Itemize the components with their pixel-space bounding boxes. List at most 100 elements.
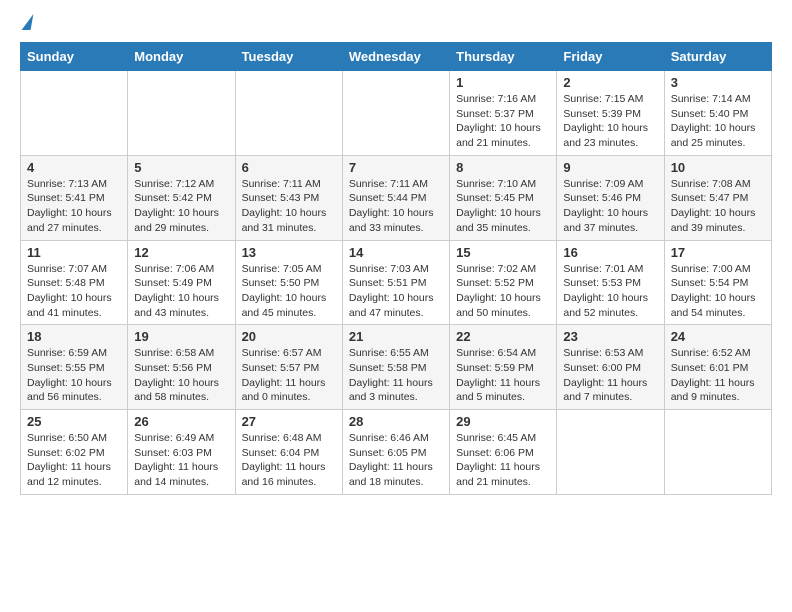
day-number: 20 [242,329,336,344]
day-number: 13 [242,245,336,260]
day-number: 2 [563,75,657,90]
cell-details: Sunrise: 7:08 AM Sunset: 5:47 PM Dayligh… [671,177,765,236]
calendar-cell: 12 Sunrise: 7:06 AM Sunset: 5:49 PM Dayli… [128,240,235,325]
day-number: 12 [134,245,228,260]
day-of-week-header: Friday [557,43,664,71]
day-number: 5 [134,160,228,175]
day-number: 16 [563,245,657,260]
calendar-cell: 25Sunrise: 6:50 AM Sunset: 6:02 PM Dayli… [21,410,128,495]
day-of-week-header: Sunday [21,43,128,71]
page-header [20,16,772,30]
day-number: 11 [27,245,121,260]
cell-details: Sunrise: 6:45 AM Sunset: 6:06 PM Dayligh… [456,431,550,490]
calendar-cell: 11 Sunrise: 7:07 AM Sunset: 5:48 PM Dayli… [21,240,128,325]
calendar-header-row: SundayMondayTuesdayWednesdayThursdayFrid… [21,43,772,71]
calendar-table: SundayMondayTuesdayWednesdayThursdayFrid… [20,42,772,495]
calendar-cell [21,71,128,156]
calendar-cell: 16 Sunrise: 7:01 AM Sunset: 5:53 PM Dayli… [557,240,664,325]
cell-details: Sunrise: 7:05 AM Sunset: 5:50 PM Dayligh… [242,262,336,321]
cell-details: Sunrise: 7:12 AM Sunset: 5:42 PM Dayligh… [134,177,228,236]
day-number: 24 [671,329,765,344]
cell-details: Sunrise: 6:48 AM Sunset: 6:04 PM Dayligh… [242,431,336,490]
calendar-cell: 26 Sunrise: 6:49 AM Sunset: 6:03 PM Dayli… [128,410,235,495]
cell-details: Sunrise: 6:55 AM Sunset: 5:58 PM Dayligh… [349,346,443,405]
day-number: 3 [671,75,765,90]
cell-details: Sunrise: 7:15 AM Sunset: 5:39 PM Dayligh… [563,92,657,151]
day-number: 18 [27,329,121,344]
calendar-cell: 15 Sunrise: 7:02 AM Sunset: 5:52 PM Dayli… [450,240,557,325]
calendar-cell: 29 Sunrise: 6:45 AM Sunset: 6:06 PM Dayli… [450,410,557,495]
day-number: 26 [134,414,228,429]
day-number: 25 [27,414,121,429]
cell-details: Sunrise: 7:16 AM Sunset: 5:37 PM Dayligh… [456,92,550,151]
calendar-cell: 1 Sunrise: 7:16 AM Sunset: 5:37 PM Daylig… [450,71,557,156]
cell-details: Sunrise: 7:06 AM Sunset: 5:49 PM Dayligh… [134,262,228,321]
day-number: 7 [349,160,443,175]
day-of-week-header: Wednesday [342,43,449,71]
calendar-cell: 24 Sunrise: 6:52 AM Sunset: 6:01 PM Dayli… [664,325,771,410]
cell-details: Sunrise: 7:14 AM Sunset: 5:40 PM Dayligh… [671,92,765,151]
calendar-week-row: 4 Sunrise: 7:13 AM Sunset: 5:41 PM Daylig… [21,155,772,240]
day-number: 8 [456,160,550,175]
calendar-week-row: 11 Sunrise: 7:07 AM Sunset: 5:48 PM Dayli… [21,240,772,325]
calendar-cell: 7Sunrise: 7:11 AM Sunset: 5:44 PM Daylig… [342,155,449,240]
day-number: 9 [563,160,657,175]
logo-triangle-icon [22,14,34,30]
calendar-cell [664,410,771,495]
calendar-cell: 19 Sunrise: 6:58 AM Sunset: 5:56 PM Dayli… [128,325,235,410]
calendar-cell: 23 Sunrise: 6:53 AM Sunset: 6:00 PM Dayli… [557,325,664,410]
day-number: 23 [563,329,657,344]
cell-details: Sunrise: 6:46 AM Sunset: 6:05 PM Dayligh… [349,431,443,490]
cell-details: Sunrise: 6:54 AM Sunset: 5:59 PM Dayligh… [456,346,550,405]
calendar-cell: 9 Sunrise: 7:09 AM Sunset: 5:46 PM Daylig… [557,155,664,240]
day-number: 29 [456,414,550,429]
cell-details: Sunrise: 7:07 AM Sunset: 5:48 PM Dayligh… [27,262,121,321]
calendar-cell: 18 Sunrise: 6:59 AM Sunset: 5:55 PM Dayli… [21,325,128,410]
cell-details: Sunrise: 6:49 AM Sunset: 6:03 PM Dayligh… [134,431,228,490]
day-number: 28 [349,414,443,429]
day-of-week-header: Monday [128,43,235,71]
cell-details: Sunrise: 7:03 AM Sunset: 5:51 PM Dayligh… [349,262,443,321]
calendar-cell: 21 Sunrise: 6:55 AM Sunset: 5:58 PM Dayli… [342,325,449,410]
day-of-week-header: Saturday [664,43,771,71]
calendar-cell: 17Sunrise: 7:00 AM Sunset: 5:54 PM Dayli… [664,240,771,325]
day-number: 15 [456,245,550,260]
cell-details: Sunrise: 6:52 AM Sunset: 6:01 PM Dayligh… [671,346,765,405]
calendar-cell [128,71,235,156]
calendar-cell: 14Sunrise: 7:03 AM Sunset: 5:51 PM Dayli… [342,240,449,325]
calendar-cell: 4 Sunrise: 7:13 AM Sunset: 5:41 PM Daylig… [21,155,128,240]
calendar-cell: 6 Sunrise: 7:11 AM Sunset: 5:43 PM Daylig… [235,155,342,240]
calendar-cell: 20Sunrise: 6:57 AM Sunset: 5:57 PM Dayli… [235,325,342,410]
calendar-week-row: 18 Sunrise: 6:59 AM Sunset: 5:55 PM Dayli… [21,325,772,410]
day-number: 6 [242,160,336,175]
calendar-cell [235,71,342,156]
cell-details: Sunrise: 7:13 AM Sunset: 5:41 PM Dayligh… [27,177,121,236]
day-number: 27 [242,414,336,429]
cell-details: Sunrise: 6:58 AM Sunset: 5:56 PM Dayligh… [134,346,228,405]
calendar-cell: 13 Sunrise: 7:05 AM Sunset: 5:50 PM Dayli… [235,240,342,325]
day-number: 22 [456,329,550,344]
cell-details: Sunrise: 7:11 AM Sunset: 5:43 PM Dayligh… [242,177,336,236]
day-number: 10 [671,160,765,175]
day-number: 4 [27,160,121,175]
calendar-cell: 5 Sunrise: 7:12 AM Sunset: 5:42 PM Daylig… [128,155,235,240]
calendar-week-row: 1 Sunrise: 7:16 AM Sunset: 5:37 PM Daylig… [21,71,772,156]
calendar-week-row: 25Sunrise: 6:50 AM Sunset: 6:02 PM Dayli… [21,410,772,495]
day-number: 19 [134,329,228,344]
day-number: 21 [349,329,443,344]
day-number: 1 [456,75,550,90]
calendar-cell: 27 Sunrise: 6:48 AM Sunset: 6:04 PM Dayli… [235,410,342,495]
day-of-week-header: Tuesday [235,43,342,71]
cell-details: Sunrise: 7:10 AM Sunset: 5:45 PM Dayligh… [456,177,550,236]
cell-details: Sunrise: 7:02 AM Sunset: 5:52 PM Dayligh… [456,262,550,321]
calendar-cell: 2 Sunrise: 7:15 AM Sunset: 5:39 PM Daylig… [557,71,664,156]
cell-details: Sunrise: 6:53 AM Sunset: 6:00 PM Dayligh… [563,346,657,405]
calendar-cell: 10 Sunrise: 7:08 AM Sunset: 5:47 PM Dayli… [664,155,771,240]
cell-details: Sunrise: 7:01 AM Sunset: 5:53 PM Dayligh… [563,262,657,321]
cell-details: Sunrise: 6:59 AM Sunset: 5:55 PM Dayligh… [27,346,121,405]
cell-details: Sunrise: 7:09 AM Sunset: 5:46 PM Dayligh… [563,177,657,236]
day-number: 17 [671,245,765,260]
calendar-cell: 8 Sunrise: 7:10 AM Sunset: 5:45 PM Daylig… [450,155,557,240]
calendar-cell: 22 Sunrise: 6:54 AM Sunset: 5:59 PM Dayli… [450,325,557,410]
calendar-cell [342,71,449,156]
